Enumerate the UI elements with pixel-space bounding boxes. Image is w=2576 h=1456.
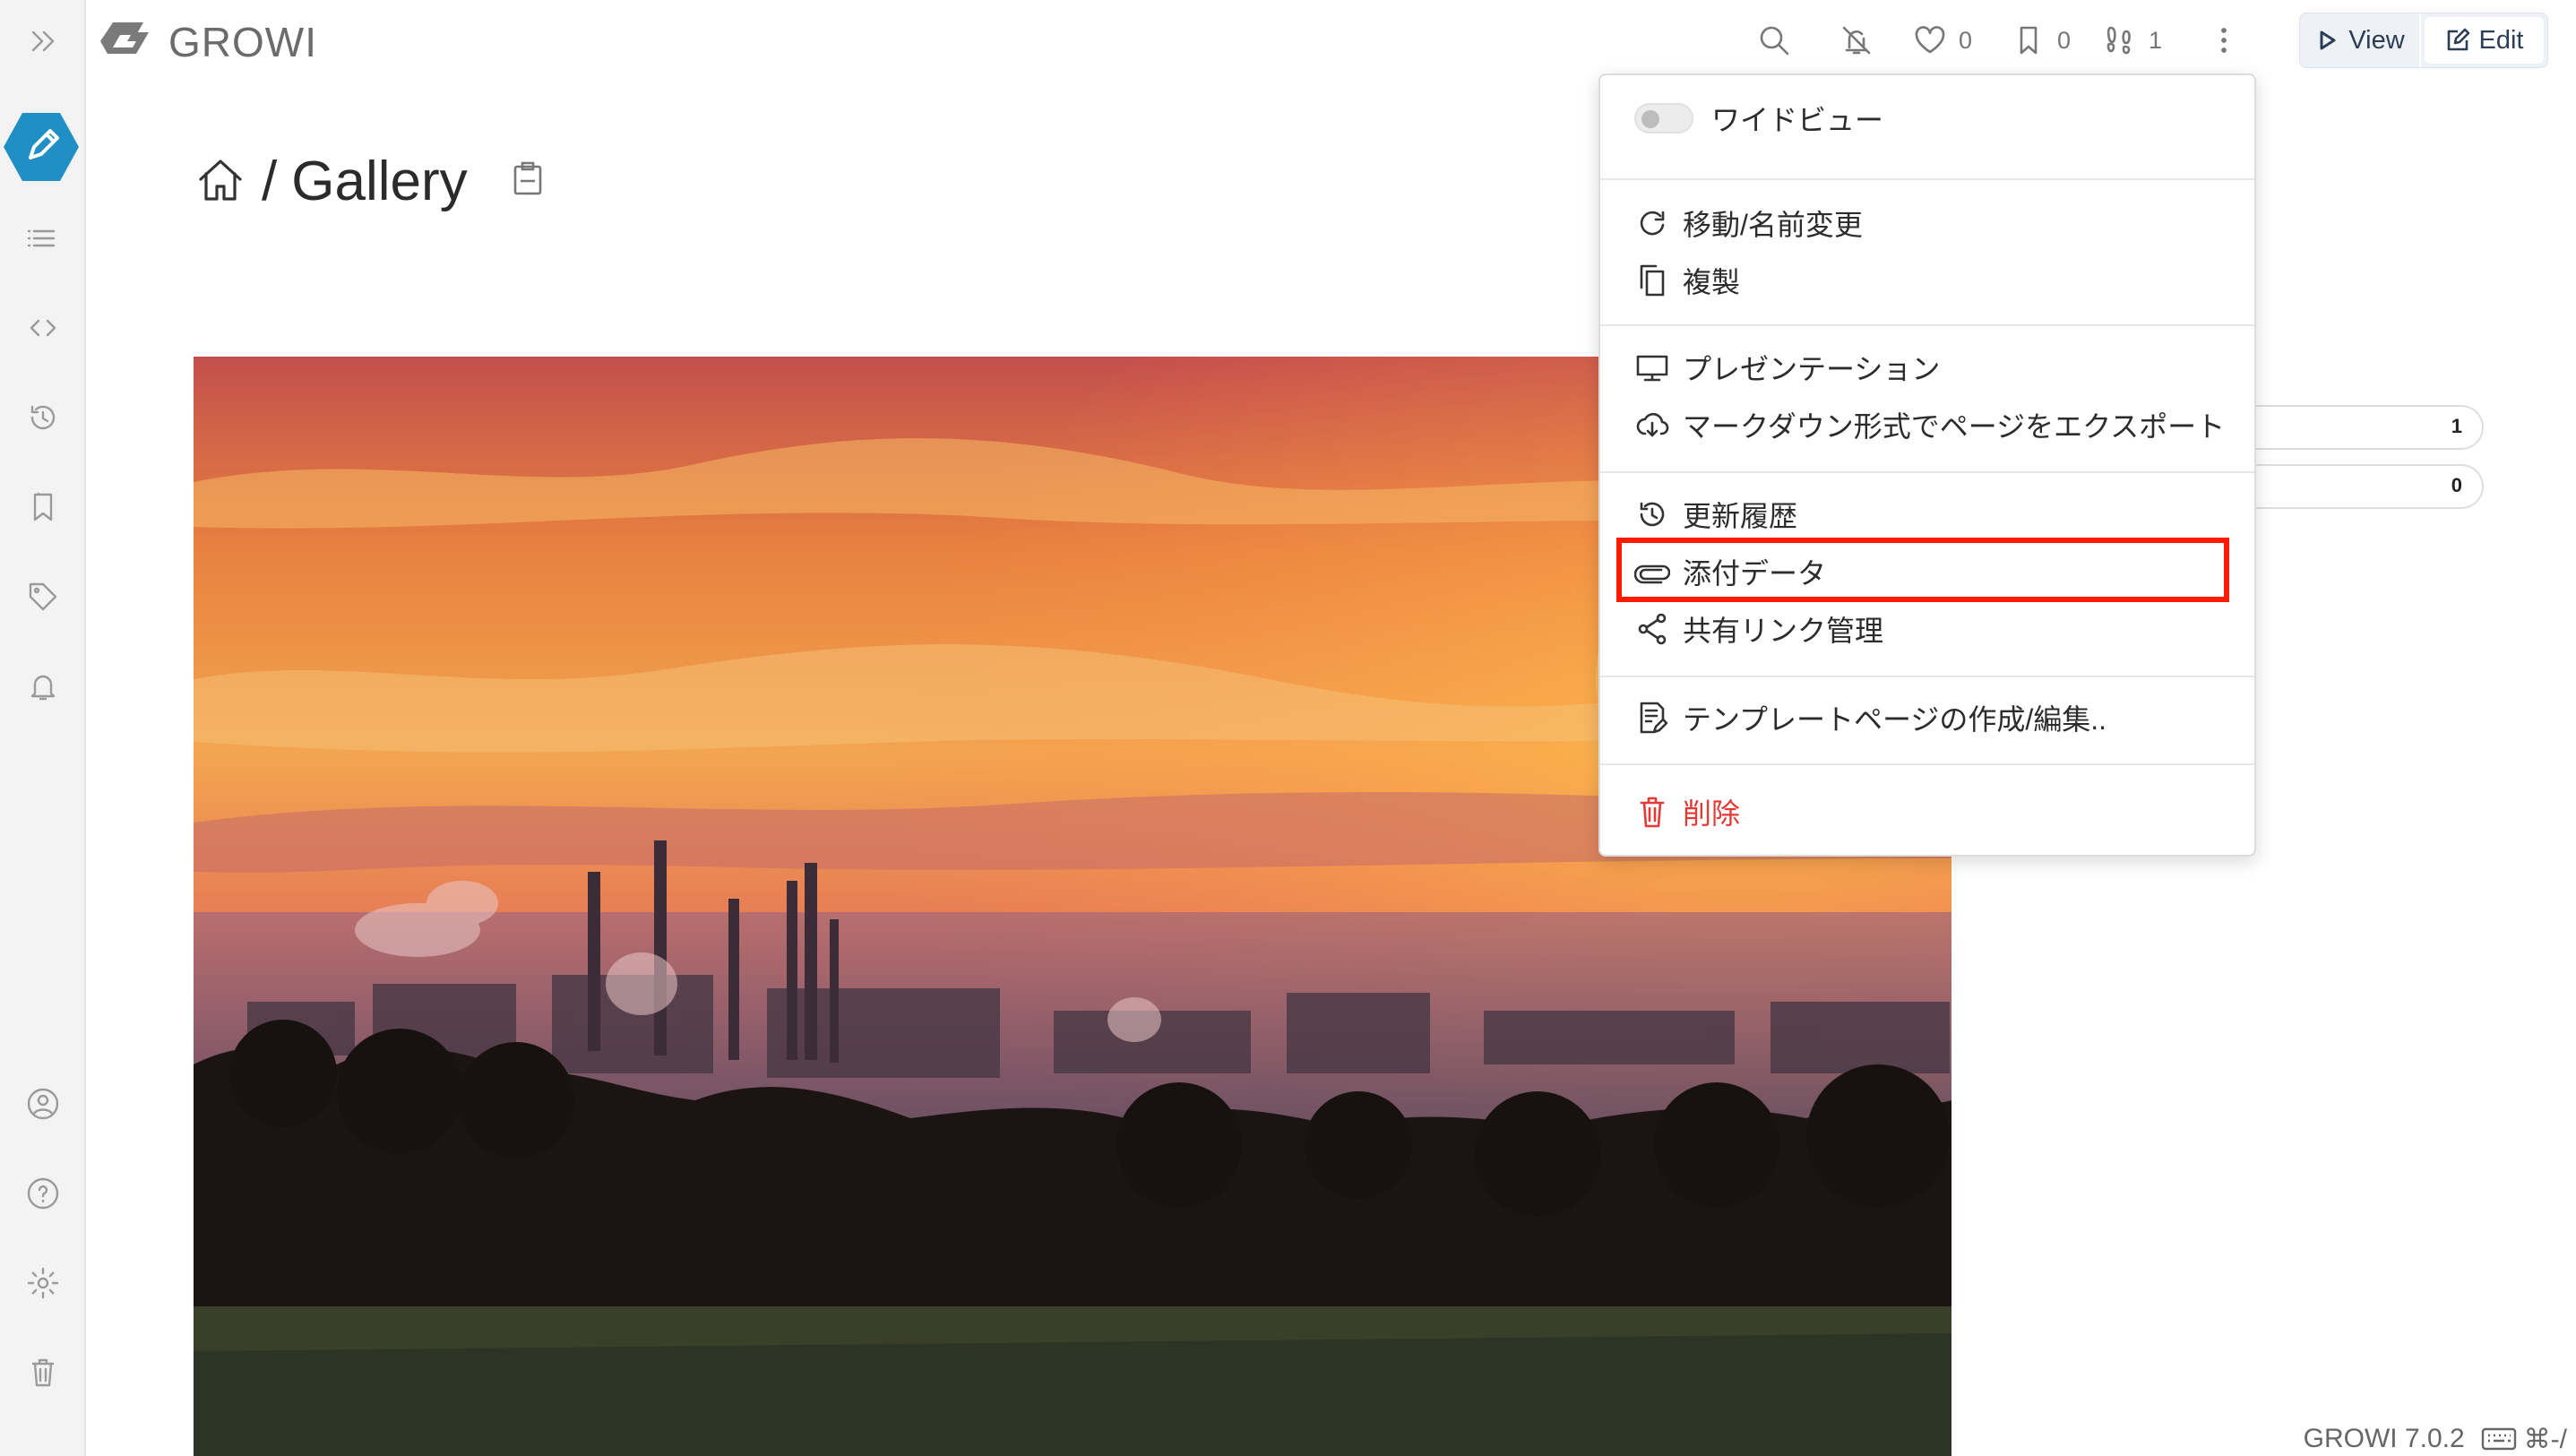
menu-label: ワイドビュー bbox=[1711, 104, 1884, 136]
side-count-value: 0 bbox=[2451, 474, 2462, 496]
settings-button[interactable] bbox=[14, 1254, 72, 1312]
page-title[interactable]: Gallery bbox=[291, 150, 467, 213]
list-icon bbox=[27, 229, 56, 247]
bell-off-icon bbox=[1842, 26, 1871, 55]
sidebar bbox=[0, 0, 86, 1456]
footprints-icon bbox=[2106, 26, 2131, 55]
like-button[interactable]: 0 bbox=[1912, 13, 1972, 68]
bell-icon bbox=[30, 675, 56, 701]
duplicate-item[interactable]: 複製 bbox=[1634, 255, 2236, 306]
help-circle-icon bbox=[27, 1177, 59, 1210]
edit-mode-button[interactable]: Edit bbox=[2425, 17, 2544, 64]
like-count: 0 bbox=[1959, 26, 1973, 54]
view-label: View bbox=[2348, 25, 2405, 55]
side-count-value: 1 bbox=[2451, 415, 2462, 437]
search-button[interactable] bbox=[1756, 13, 1792, 68]
menu-label: マークダウン形式でページをエクスポート bbox=[1683, 410, 2226, 443]
tags-button[interactable] bbox=[14, 568, 72, 625]
template-item[interactable]: テンプレートページの作成/編集.. bbox=[1634, 693, 2236, 743]
search-icon bbox=[1760, 26, 1789, 56]
annotation-highlight-box bbox=[1616, 538, 2229, 602]
version-label: GROWI 7.0.2 bbox=[2303, 1424, 2465, 1453]
seen-count: 1 bbox=[2149, 26, 2163, 54]
trash-icon bbox=[31, 1358, 55, 1387]
share-icon bbox=[1638, 613, 1667, 645]
history-item[interactable]: 更新履歴 bbox=[1634, 489, 2236, 539]
custom-sidebar-button[interactable] bbox=[14, 299, 72, 357]
bookmarks-button[interactable] bbox=[14, 478, 72, 536]
bookmark-button[interactable]: 0 bbox=[2011, 13, 2071, 68]
subscribe-button[interactable] bbox=[1839, 13, 1874, 68]
shortcuts-link[interactable]: ⌘-/ bbox=[2481, 1424, 2567, 1455]
code-icon bbox=[30, 319, 56, 337]
edit-label: Edit bbox=[2478, 25, 2524, 55]
heart-icon bbox=[1915, 26, 1945, 54]
copy-icon bbox=[1640, 264, 1665, 297]
menu-label: 削除 bbox=[1683, 797, 1741, 830]
menu-label: プレゼンテーション bbox=[1683, 353, 1941, 385]
wide-view-toggle-item[interactable]: ワイドビュー bbox=[1634, 93, 2236, 143]
share-links-item[interactable]: 共有リンク管理 bbox=[1634, 604, 2236, 654]
view-mode-button[interactable]: View bbox=[2300, 13, 2421, 67]
collapse-sidebar-button[interactable] bbox=[14, 13, 72, 70]
presentation-item[interactable]: プレゼンテーション bbox=[1634, 342, 2236, 392]
history-icon bbox=[30, 405, 56, 430]
menu-label: 更新履歴 bbox=[1683, 500, 1798, 532]
menu-divider bbox=[1600, 763, 2254, 765]
monitor-icon bbox=[1636, 355, 1668, 382]
menu-label: 共有リンク管理 bbox=[1683, 615, 1884, 647]
recent-changes-button[interactable] bbox=[14, 389, 72, 446]
shortcut-label: ⌘-/ bbox=[2523, 1424, 2567, 1454]
trash-icon bbox=[1640, 797, 1665, 828]
pencil-icon bbox=[4, 113, 79, 181]
file-edit-icon bbox=[1640, 702, 1668, 734]
footer: GROWI 7.0.2 ⌘-/ bbox=[2304, 1423, 2567, 1455]
brand-name: GROWI bbox=[168, 19, 317, 65]
help-button[interactable] bbox=[14, 1165, 72, 1222]
copy-path-button[interactable] bbox=[511, 159, 545, 197]
bookmark-count: 0 bbox=[2057, 26, 2072, 54]
double-chevron-right-icon bbox=[31, 30, 55, 52]
menu-divider bbox=[1600, 324, 2254, 326]
menu-divider bbox=[1600, 471, 2254, 473]
delete-item[interactable]: 削除 bbox=[1634, 787, 2236, 837]
bookmark-icon bbox=[2020, 26, 2038, 55]
history-icon bbox=[1640, 502, 1665, 527]
keyboard-icon bbox=[2481, 1427, 2516, 1451]
home-icon[interactable] bbox=[194, 154, 247, 208]
menu-label: テンプレートページの作成/編集.. bbox=[1683, 703, 2107, 736]
page-tree-button[interactable] bbox=[14, 210, 72, 267]
vertical-dots-icon bbox=[2221, 28, 2227, 53]
edit-square-icon bbox=[2447, 28, 2469, 51]
trash-button[interactable] bbox=[14, 1344, 72, 1401]
menu-divider bbox=[1600, 676, 2254, 677]
bookmark-icon bbox=[33, 492, 53, 521]
export-markdown-item[interactable]: マークダウン形式でページをエクスポート bbox=[1634, 400, 2236, 450]
growi-logo-icon bbox=[100, 22, 149, 54]
tag-icon bbox=[29, 582, 57, 611]
gear-icon bbox=[27, 1267, 59, 1299]
move-rename-item[interactable]: 移動/名前変更 bbox=[1634, 198, 2236, 248]
redo-arrow-icon bbox=[1640, 211, 1665, 236]
wide-view-switch[interactable] bbox=[1634, 103, 1693, 134]
page-options-menu: ワイドビュー 移動/名前変更 複製 プレゼンテーション マークダウン形式でページ… bbox=[1598, 73, 2256, 857]
more-options-button[interactable] bbox=[2206, 13, 2242, 68]
page-path: / Gallery bbox=[194, 143, 468, 219]
view-edit-toggle: View Edit bbox=[2299, 13, 2548, 68]
user-circle-icon bbox=[27, 1088, 59, 1120]
play-icon bbox=[2320, 30, 2336, 50]
path-separator: / bbox=[262, 150, 278, 212]
menu-divider bbox=[1600, 178, 2254, 180]
notifications-button[interactable] bbox=[14, 658, 72, 715]
growi-logo[interactable]: GROWI bbox=[100, 16, 317, 68]
menu-label: 移動/名前変更 bbox=[1683, 209, 1863, 241]
cloud-download-icon bbox=[1636, 412, 1669, 437]
edit-page-button[interactable] bbox=[4, 111, 79, 183]
user-button[interactable] bbox=[14, 1075, 72, 1133]
clipboard-icon bbox=[513, 161, 542, 195]
menu-label: 複製 bbox=[1683, 266, 1741, 298]
seen-users-button[interactable]: 1 bbox=[2102, 13, 2162, 68]
